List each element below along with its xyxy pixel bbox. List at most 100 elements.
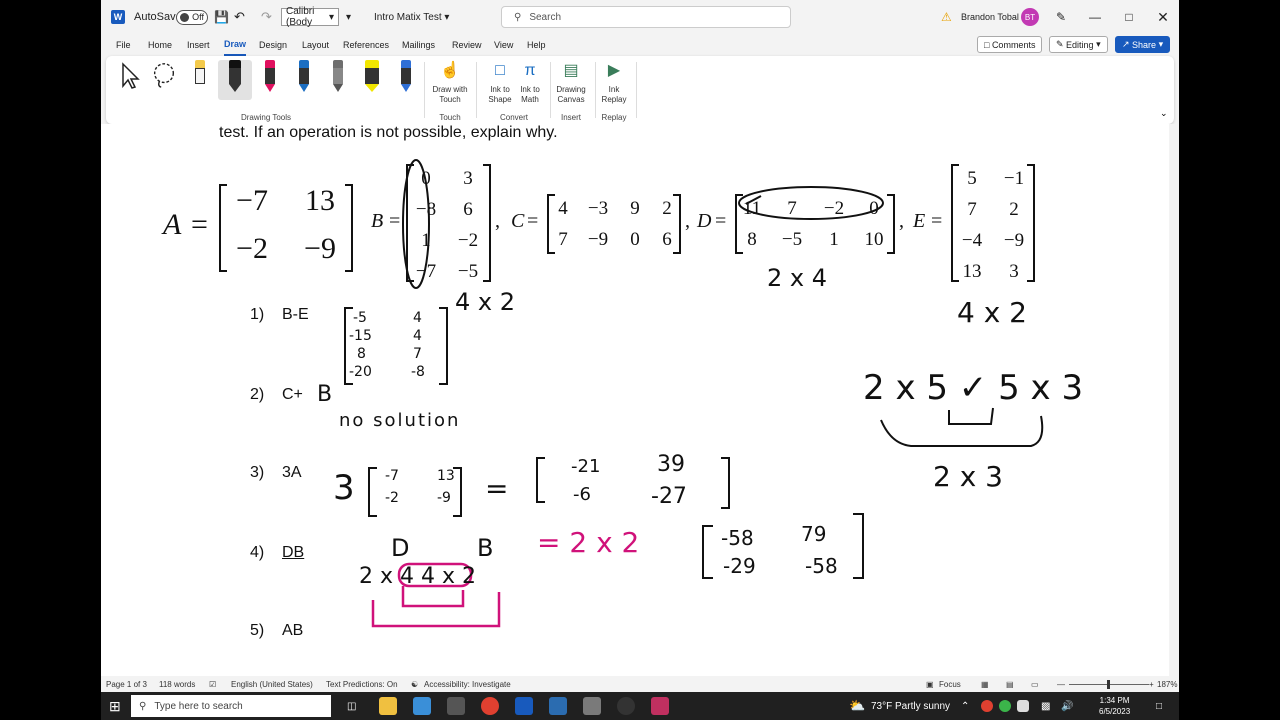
paint-icon[interactable] bbox=[583, 697, 601, 715]
notifications-icon[interactable]: □ bbox=[1156, 692, 1162, 720]
snip-tool-icon[interactable] bbox=[651, 697, 669, 715]
warning-icon[interactable]: ⚠ bbox=[941, 0, 952, 34]
windows-start-icon[interactable]: ⊞ bbox=[109, 692, 121, 720]
show-hidden-icons[interactable]: ⌃ bbox=[961, 692, 969, 720]
ink-p1-cell: 4 bbox=[413, 328, 422, 344]
black-pen-icon[interactable] bbox=[218, 60, 252, 100]
pen-settings-icon[interactable]: ✎ bbox=[1056, 0, 1066, 34]
ink-brace bbox=[880, 415, 1044, 447]
ink-to-math-button[interactable]: π Ink to Math bbox=[508, 60, 552, 112]
page-count[interactable]: Page 1 of 3 bbox=[106, 676, 147, 692]
weather-icon[interactable]: ⛅ bbox=[849, 692, 865, 720]
word-taskbar-icon[interactable] bbox=[515, 697, 533, 715]
chrome-icon[interactable] bbox=[481, 697, 499, 715]
ink-p4-cell: 79 bbox=[801, 522, 827, 546]
drawing-canvas-button[interactable]: ▤ Drawing Canvas bbox=[549, 60, 593, 112]
pink-pen-icon[interactable] bbox=[256, 60, 284, 100]
undo-icon[interactable]: ↶ bbox=[234, 0, 245, 34]
taskbar-search-icon: ⚲ bbox=[139, 700, 147, 712]
zoom-out-icon[interactable]: — bbox=[1057, 676, 1065, 692]
zoom-in-icon[interactable]: + bbox=[1149, 676, 1154, 692]
ink-p3-rhs-cell: -21 bbox=[571, 456, 601, 477]
draw-with-touch-line2: Touch bbox=[439, 95, 461, 104]
zoom-level[interactable]: 187% bbox=[1157, 676, 1177, 692]
tab-insert[interactable]: Insert bbox=[187, 34, 210, 56]
tab-help[interactable]: Help bbox=[527, 34, 546, 56]
sync-app-icon[interactable] bbox=[447, 697, 465, 715]
clock[interactable]: 1:34 PM 6/5/2023 bbox=[1099, 692, 1130, 720]
ink-bracket bbox=[721, 457, 730, 509]
taskbar-search[interactable]: ⚲ Type here to search bbox=[131, 695, 331, 717]
obs-icon[interactable] bbox=[617, 697, 635, 715]
save-icon[interactable]: 💾 bbox=[214, 0, 229, 34]
select-tool-icon[interactable] bbox=[116, 60, 144, 100]
tab-references[interactable]: References bbox=[343, 34, 389, 56]
focus-icon[interactable]: ▣ bbox=[926, 676, 936, 692]
tab-review[interactable]: Review bbox=[452, 34, 482, 56]
accessibility-status[interactable]: Accessibility: Investigate bbox=[424, 676, 511, 692]
yellow-highlighter-icon[interactable] bbox=[358, 60, 386, 100]
web-layout-icon[interactable]: ▭ bbox=[1031, 676, 1039, 692]
remote-desktop-icon[interactable] bbox=[549, 697, 567, 715]
vertical-scrollbar[interactable] bbox=[1169, 124, 1179, 676]
network-icon[interactable]: ▩ bbox=[1041, 692, 1050, 720]
tray-app-icon[interactable] bbox=[1017, 700, 1029, 712]
proofing-icon[interactable]: ☑ bbox=[209, 676, 216, 692]
status-bar: Page 1 of 3 118 words ☑ English (United … bbox=[101, 676, 1179, 692]
zoom-slider[interactable] bbox=[1069, 676, 1149, 692]
ink-p3-rhs-cell: -27 bbox=[651, 484, 687, 509]
user-avatar[interactable]: BT bbox=[1021, 0, 1039, 34]
word-count[interactable]: 118 words bbox=[159, 676, 195, 692]
tab-draw[interactable]: Draw bbox=[224, 34, 247, 56]
ink-p4-d: D bbox=[391, 534, 410, 562]
tab-view[interactable]: View bbox=[494, 34, 513, 56]
editing-button[interactable]: ✎ Editing ▾ bbox=[1049, 36, 1108, 53]
drawing-canvas-line2: Canvas bbox=[557, 95, 585, 104]
language[interactable]: English (United States) bbox=[231, 676, 313, 692]
glitter-pen-icon[interactable] bbox=[392, 60, 420, 100]
comments-button[interactable]: □ Comments bbox=[977, 36, 1043, 53]
blue-pen-icon[interactable] bbox=[290, 60, 318, 100]
ink-replay-button[interactable]: ▶ Ink Replay bbox=[592, 60, 636, 112]
minimize-icon[interactable]: — bbox=[1079, 0, 1111, 34]
redo-icon[interactable]: ↷ bbox=[261, 0, 272, 34]
document-page[interactable]: test. If an operation is not possible, e… bbox=[101, 124, 1179, 676]
taskbar: ⊞ ⚲ Type here to search ◫ ⛅ 73°F Partly s… bbox=[101, 692, 1179, 720]
eraser-icon[interactable] bbox=[186, 60, 214, 100]
autosave-toggle[interactable]: Off bbox=[171, 0, 208, 34]
user-initials: BT bbox=[1021, 8, 1039, 26]
maximize-icon[interactable]: □ bbox=[1113, 0, 1145, 34]
task-view-icon[interactable]: ◫ bbox=[347, 692, 356, 720]
tab-home[interactable]: Home bbox=[148, 34, 172, 56]
gray-pencil-icon[interactable] bbox=[324, 60, 352, 100]
share-button[interactable]: ↗ Share ▾ bbox=[1115, 36, 1171, 53]
close-icon[interactable]: ✕ bbox=[1147, 0, 1179, 34]
doc-title-dropdown[interactable]: Intro Matix Test ▾ bbox=[374, 0, 449, 34]
draw-with-touch-button[interactable]: ☝ Draw with Touch bbox=[428, 60, 472, 112]
tab-design[interactable]: Design bbox=[259, 34, 287, 56]
focus-mode[interactable]: Focus bbox=[939, 676, 961, 692]
autosave-state: Off bbox=[176, 9, 208, 25]
notepad-icon[interactable] bbox=[413, 697, 431, 715]
accessibility-icon[interactable]: ☯ bbox=[411, 676, 420, 692]
tray-app-icon[interactable] bbox=[981, 700, 993, 712]
file-explorer-icon[interactable] bbox=[379, 697, 397, 715]
ink-to-math-line1: Ink to bbox=[520, 85, 540, 94]
ink-p4-cell: -29 bbox=[723, 554, 756, 578]
print-layout-icon[interactable]: ▤ bbox=[1006, 676, 1014, 692]
ribbon-collapse-icon[interactable]: ⌄ bbox=[1160, 108, 1168, 119]
tray-app-icon[interactable] bbox=[999, 700, 1011, 712]
font-name-box[interactable]: Calibri (Body ▾ bbox=[281, 0, 339, 34]
tab-mailings[interactable]: Mailings bbox=[402, 34, 435, 56]
search-box[interactable]: ⚲ Search bbox=[501, 6, 791, 28]
tab-layout[interactable]: Layout bbox=[302, 34, 329, 56]
share-label: Share bbox=[1132, 39, 1157, 50]
weather-text[interactable]: 73°F Partly sunny bbox=[871, 692, 950, 720]
quick-access-more-icon[interactable]: ▾ bbox=[346, 0, 351, 34]
text-predictions[interactable]: Text Predictions: On bbox=[326, 676, 398, 692]
lasso-tool-icon[interactable] bbox=[150, 60, 178, 100]
tab-file[interactable]: File bbox=[116, 34, 131, 56]
touch-group-label: Touch bbox=[439, 113, 461, 122]
volume-icon[interactable]: 🔊 bbox=[1061, 692, 1073, 720]
read-mode-icon[interactable]: ▦ bbox=[981, 676, 989, 692]
